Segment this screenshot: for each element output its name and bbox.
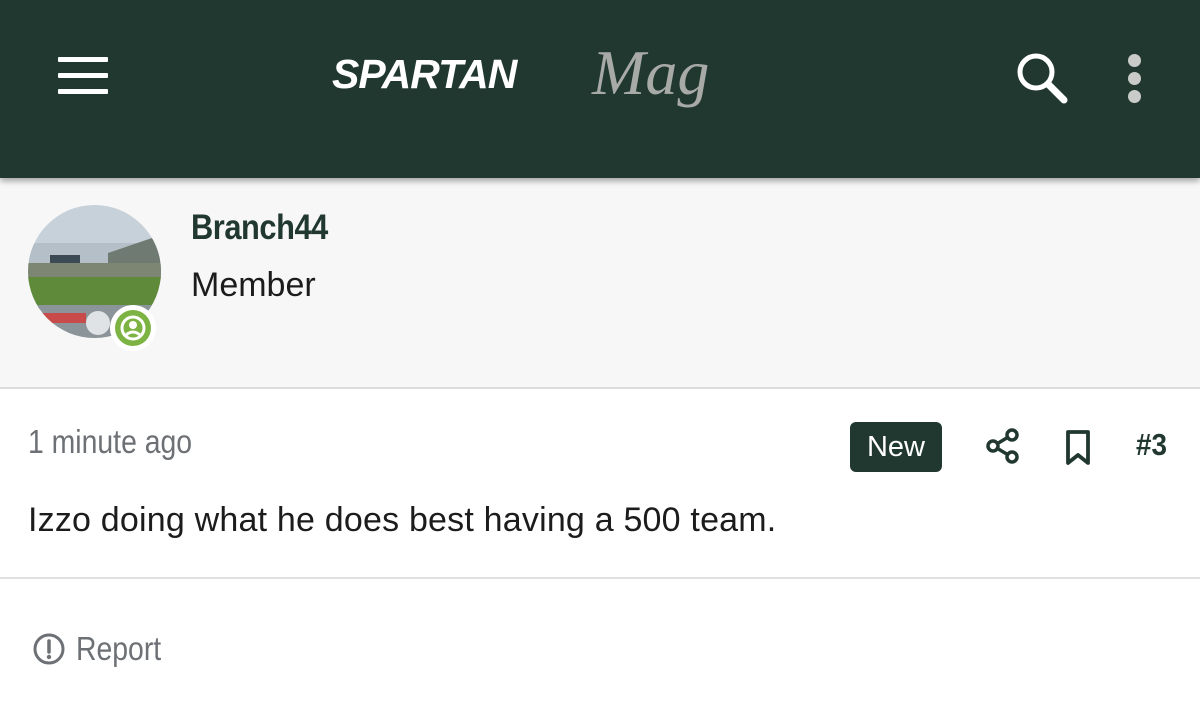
svg-text:SPARTAN: SPARTAN [332, 51, 519, 97]
svg-text:Mag: Mag [591, 37, 709, 108]
bookmark-icon[interactable] [1060, 427, 1096, 467]
author-username[interactable]: Branch44 [191, 208, 328, 248]
hamburger-menu-icon[interactable] [48, 46, 120, 106]
user-circle-icon [115, 310, 151, 346]
post-timestamp[interactable]: 1 minute ago [28, 423, 192, 461]
report-button[interactable]: Report [32, 629, 175, 669]
search-icon[interactable] [1006, 42, 1078, 114]
post-actions: Report [0, 579, 1200, 714]
share-icon[interactable] [982, 425, 1024, 467]
spartan-mag-logo[interactable]: SPARTAN Mag [330, 36, 770, 116]
new-badge: New [850, 422, 942, 472]
exclamation-circle-icon [33, 633, 65, 665]
forum-post: 1 minute ago New #3 Izzo doing what he d… [0, 389, 1200, 579]
report-label: Report [76, 630, 162, 667]
post-body-text: Izzo doing what he does best having a 50… [28, 501, 777, 539]
vertical-ellipsis-icon[interactable] [1108, 42, 1160, 114]
online-status-badge [110, 305, 156, 351]
post-number-link[interactable]: #3 [1136, 427, 1167, 463]
top-navigation-bar: SPARTAN Mag [0, 0, 1200, 178]
post-author-panel: Branch44 Member [0, 178, 1200, 389]
author-role: Member [191, 266, 316, 304]
